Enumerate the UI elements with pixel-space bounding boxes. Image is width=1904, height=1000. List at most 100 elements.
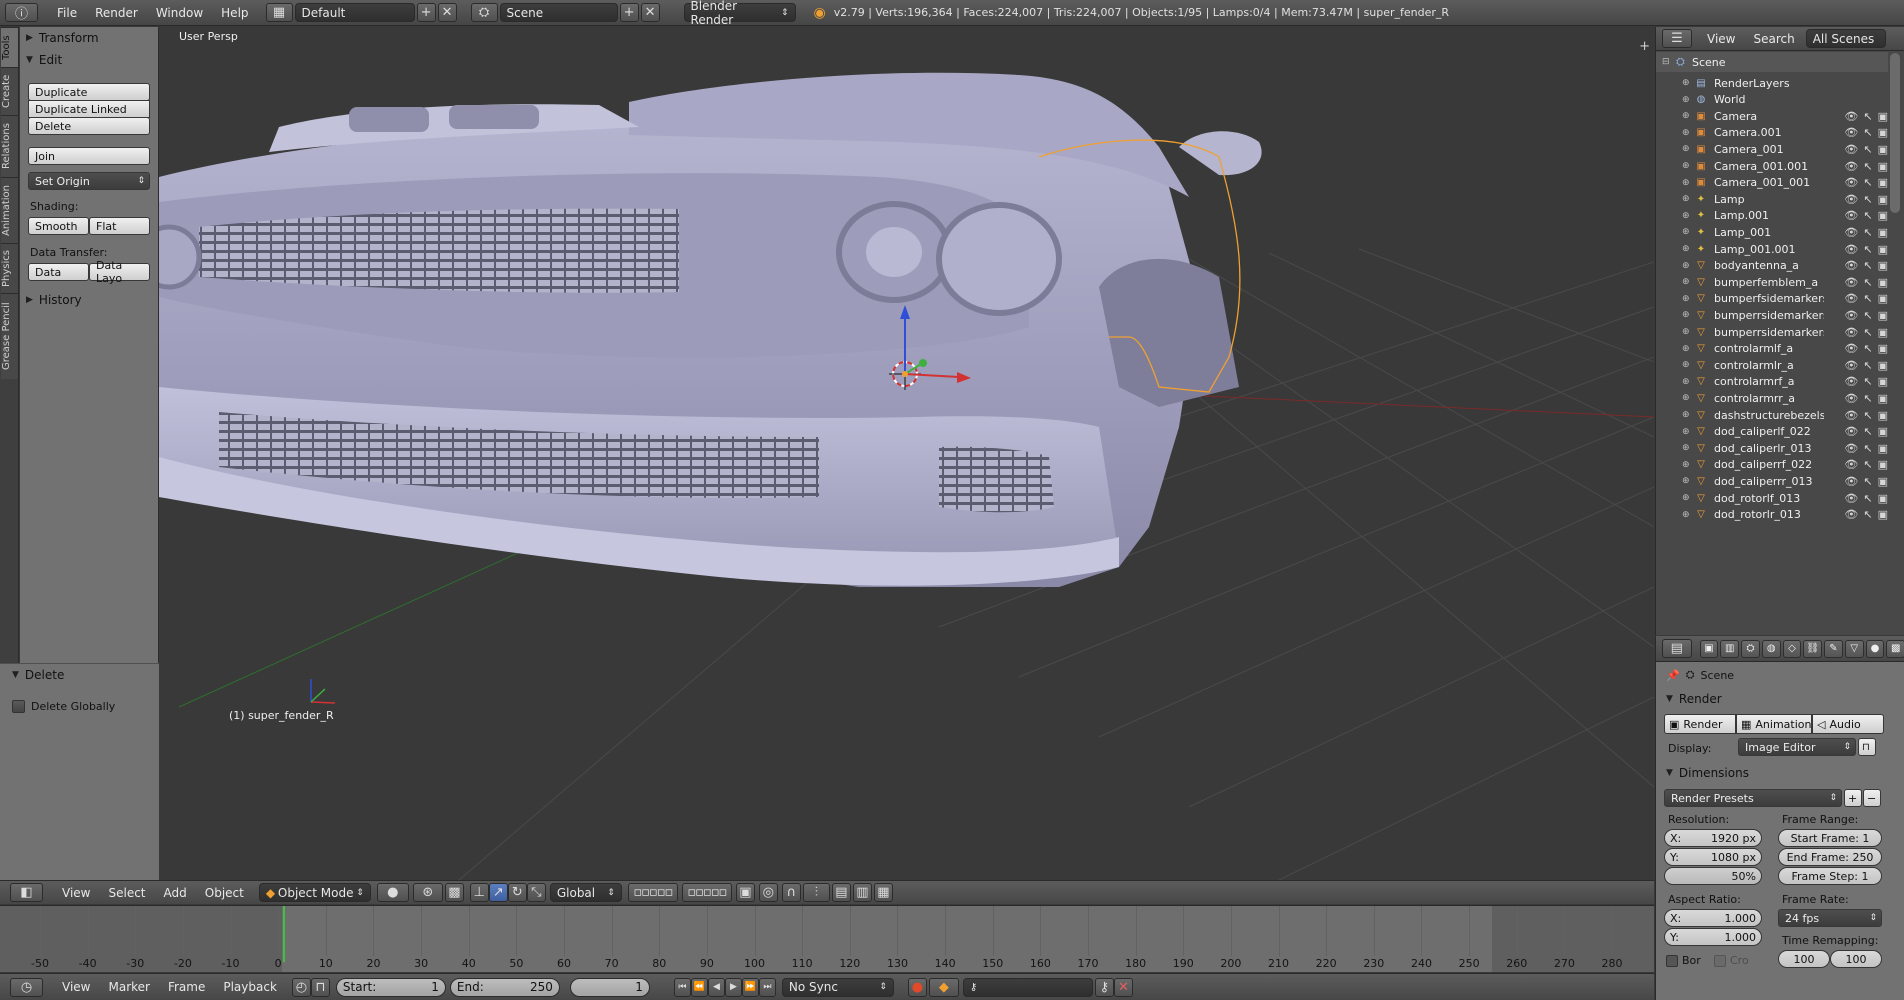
menu-object[interactable]: Object [196,886,253,900]
expand-icon[interactable]: ⊕ [1682,410,1690,420]
data-context-button[interactable]: ▽ [1844,639,1864,658]
eye-icon[interactable]: 👁 [1844,425,1858,438]
expand-icon[interactable]: ⊕ [1682,393,1690,403]
delete-button[interactable]: Delete [28,117,150,135]
end-frame-field[interactable]: End: 250 [449,977,560,997]
expand-icon[interactable]: ⊕ [1682,227,1690,237]
render-icon[interactable]: ▣ [1878,458,1888,471]
menu-marker[interactable]: Marker [99,980,158,994]
delete-operator-header[interactable]: ▼ Delete [0,664,159,686]
data-layout-button[interactable]: Data Layo [89,259,150,285]
display-mode-select[interactable]: All Scenes [1805,29,1886,48]
expand-icon[interactable]: ⊕ [1682,95,1690,105]
tab-relations[interactable]: Relations [1,115,18,177]
eye-icon[interactable]: 👁 [1844,326,1858,339]
modifiers-context-button[interactable]: ✎ [1824,639,1843,658]
cursor-icon[interactable]: ↖ [1863,160,1872,173]
render-icon[interactable]: ▣ [1878,176,1888,189]
end-frame-prop-field[interactable]: End Frame: 250 [1778,848,1882,866]
eye-icon[interactable]: 👁 [1844,442,1858,455]
delete-globally-option[interactable]: Delete Globally [12,700,115,713]
expand-icon[interactable]: ⊕ [1682,194,1690,204]
time-remap-new-field[interactable]: 100 [1830,950,1882,968]
jump-end-button[interactable]: ⏭ [758,977,776,997]
expand-icon[interactable]: ⊕ [1682,144,1690,154]
expand-icon[interactable]: ⊕ [1682,443,1690,453]
lock-range-button[interactable]: ⊓ [310,977,330,997]
eye-icon[interactable]: 👁 [1844,309,1858,322]
jump-start-button[interactable]: ⏮ [673,977,691,997]
cursor-icon[interactable]: ↖ [1863,209,1872,222]
eye-icon[interactable]: 👁 [1844,176,1858,189]
duplicate-button[interactable]: Duplicate [28,83,150,101]
auto-keying-button[interactable]: ● [907,977,927,997]
aspect-x-field[interactable]: X: 1.000 [1664,909,1762,927]
clapper-button[interactable]: ▦ [873,883,893,902]
eye-icon[interactable]: 👁 [1844,458,1858,471]
menu-frame[interactable]: Frame [159,980,214,994]
display-mode-select[interactable]: Image Editor ⇕ [1738,738,1856,756]
render-icon[interactable]: ▣ [1878,359,1888,372]
eye-icon[interactable]: 👁 [1844,209,1858,222]
editor-type-timeline-button[interactable]: ◷ [10,977,43,997]
manipulator-toggle-button[interactable]: ▩ [444,883,464,902]
tab-create[interactable]: Create [1,67,18,115]
render-icon[interactable]: ▣ [1878,226,1888,239]
resolution-y-field[interactable]: Y: 1080 px [1664,848,1762,866]
eye-icon[interactable]: 👁 [1844,126,1858,139]
eye-icon[interactable]: 👁 [1844,110,1858,123]
resolution-percentage-field[interactable]: 50% [1664,867,1762,885]
layers-grid-2[interactable]: ▫▫▫▫▫ [681,883,732,902]
eye-icon[interactable]: 👁 [1844,193,1858,206]
cursor-icon[interactable]: ↖ [1863,126,1872,139]
render-animation-button[interactable]: ▦ Animation [1736,714,1812,734]
cursor-icon[interactable]: ↖ [1863,375,1872,388]
start-frame-field[interactable]: Start: 1 [335,977,446,997]
eye-icon[interactable]: 👁 [1844,292,1858,305]
render-icon[interactable]: ▣ [1878,243,1888,256]
cursor-icon[interactable]: ↖ [1863,475,1872,488]
menu-help[interactable]: Help [212,6,257,20]
layers-grid-1[interactable]: ▫▫▫▫▫ [627,883,678,902]
proportional-edit-button[interactable]: ◎ [758,883,778,902]
cursor-icon[interactable]: ↖ [1863,508,1872,521]
expand-icon[interactable]: ⊕ [1682,277,1690,287]
material-context-button[interactable]: ● [1865,639,1885,658]
render-icon[interactable]: ▣ [1878,475,1888,488]
remove-layout-button[interactable]: ✕ [437,3,457,22]
scene-selector-button[interactable]: ⛭ [470,3,498,22]
eye-icon[interactable]: 👁 [1844,375,1858,388]
cursor-icon[interactable]: ↖ [1863,409,1872,422]
aspect-y-field[interactable]: Y: 1.000 [1664,928,1762,946]
menu-add[interactable]: Add [155,886,196,900]
frame-step-field[interactable]: Frame Step: 1 [1778,867,1882,885]
expand-icon[interactable]: ⊕ [1682,493,1690,503]
manipulator-scale-button[interactable]: ⤡ [526,883,546,902]
render-icon[interactable]: ▣ [1878,143,1888,156]
outliner-menu-view[interactable]: View [1698,32,1744,46]
eye-icon[interactable]: 👁 [1844,492,1858,505]
resolution-x-field[interactable]: X: 1920 px [1664,829,1762,847]
render-icon[interactable]: ▣ [1878,508,1888,521]
expand-icon[interactable]: ⊕ [1682,161,1690,171]
start-frame-prop-field[interactable]: Start Frame: 1 [1778,829,1882,847]
render-icon[interactable]: ▣ [1878,342,1888,355]
menu-view[interactable]: View [53,886,99,900]
editor-type-properties-button[interactable]: ▤ [1662,639,1692,658]
manipulator-rotate-button[interactable]: ↻ [507,883,527,902]
play-reverse-button[interactable]: ◀ [707,977,725,997]
render-icon[interactable]: ▣ [1878,309,1888,322]
menu-window[interactable]: Window [147,6,212,20]
add-preset-button[interactable]: + [1844,789,1862,807]
texture-context-button[interactable]: ▩ [1886,639,1904,658]
menu-render[interactable]: Render [86,6,147,20]
menu-playback[interactable]: Playback [214,980,286,994]
tab-tools[interactable]: Tools [1,27,18,67]
properties-toggle-icon[interactable]: + [1639,39,1650,54]
expand-icon[interactable]: ⊕ [1682,261,1690,271]
expand-icon[interactable]: ⊕ [1682,327,1690,337]
flat-shading-button[interactable]: Flat [89,217,150,235]
expand-icon[interactable]: ⊕ [1682,460,1690,470]
border-checkbox[interactable] [1666,954,1678,967]
eye-icon[interactable]: 👁 [1844,276,1858,289]
